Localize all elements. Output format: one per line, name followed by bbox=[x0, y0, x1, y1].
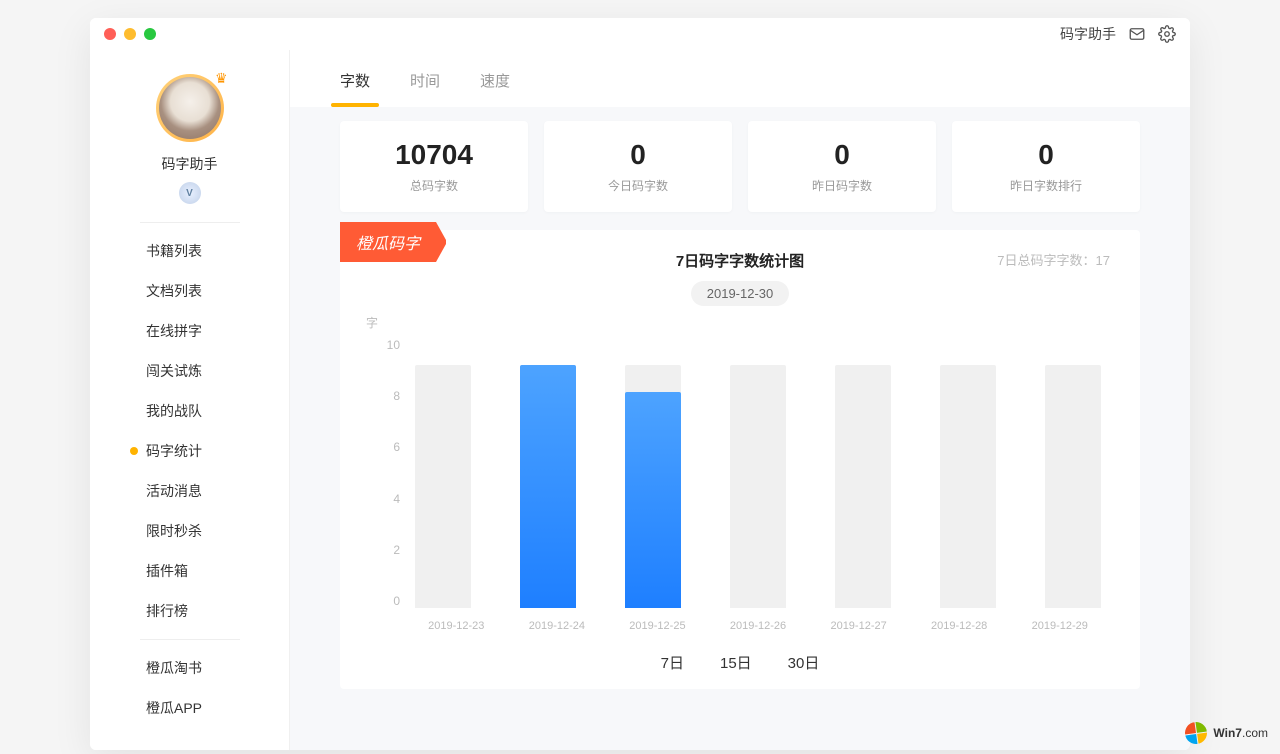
tab[interactable]: 字数 bbox=[340, 70, 370, 107]
maximize-window-button[interactable] bbox=[144, 28, 156, 40]
minimize-window-button[interactable] bbox=[124, 28, 136, 40]
y-tick: 6 bbox=[393, 440, 400, 454]
stat-card: 0 今日码字数 bbox=[544, 121, 732, 212]
close-window-button[interactable] bbox=[104, 28, 116, 40]
app-title: 码字助手 bbox=[1060, 24, 1116, 44]
y-tick: 0 bbox=[393, 594, 400, 608]
avatar[interactable]: ♛ bbox=[156, 74, 224, 142]
chart-title: 7日码字字数统计图 bbox=[676, 250, 804, 271]
chart-plot-area: 字 1086420 2019-12-232019-12-242019-12-25… bbox=[370, 318, 1110, 638]
x-tick: 2019-12-25 bbox=[607, 620, 708, 632]
x-tick: 2019-12-23 bbox=[406, 620, 507, 632]
sidebar-item[interactable]: 橙瓜APP bbox=[90, 688, 289, 728]
range-tab[interactable]: 30日 bbox=[788, 652, 820, 673]
range-selector: 7日 15日 30日 bbox=[370, 652, 1110, 673]
y-tick: 8 bbox=[393, 389, 400, 403]
y-axis-unit: 字 bbox=[366, 314, 378, 331]
crown-icon: ♛ bbox=[215, 70, 228, 87]
sidebar: ♛ 码字助手 V 书籍列表文档列表在线拼字闯关试炼我的战队码字统计活动消息限时秒… bbox=[90, 50, 290, 750]
divider bbox=[140, 639, 240, 640]
settings-icon[interactable] bbox=[1158, 25, 1176, 43]
sidebar-menu-extra: 橙瓜淘书橙瓜APP bbox=[90, 648, 289, 728]
stat-label: 总码字数 bbox=[340, 177, 528, 194]
stat-value: 0 bbox=[952, 139, 1140, 171]
stat-label: 昨日码字数 bbox=[748, 177, 936, 194]
y-tick: 10 bbox=[387, 338, 400, 352]
stat-label: 今日码字数 bbox=[544, 177, 732, 194]
content-tabs: 字数 时间 速度 bbox=[290, 50, 1190, 107]
chart-total-label: 7日总码字字数：17 bbox=[997, 250, 1110, 269]
chart-bar-fill bbox=[520, 365, 576, 608]
chart-bar bbox=[940, 365, 996, 608]
sidebar-item[interactable]: 书籍列表 bbox=[90, 231, 289, 271]
bars-container bbox=[406, 338, 1110, 608]
x-axis: 2019-12-232019-12-242019-12-252019-12-26… bbox=[406, 620, 1110, 632]
main-content: 字数时间速度 10704总码字数0今日码字数0昨日码字数0昨日字数排行 橙瓜码字… bbox=[290, 50, 1190, 750]
titlebar: 码字助手 bbox=[90, 18, 1190, 50]
y-tick: 2 bbox=[393, 543, 400, 557]
sidebar-item[interactable]: 排行榜 bbox=[90, 591, 289, 631]
sidebar-item[interactable]: 文档列表 bbox=[90, 271, 289, 311]
sidebar-item[interactable]: 我的战队 bbox=[90, 391, 289, 431]
stat-value: 10704 bbox=[340, 139, 528, 171]
y-tick: 4 bbox=[393, 492, 400, 506]
stat-card: 0 昨日字数排行 bbox=[952, 121, 1140, 212]
range-tab[interactable]: 7日 bbox=[661, 652, 684, 673]
sidebar-item[interactable]: 限时秒杀 bbox=[90, 511, 289, 551]
chart-bar bbox=[625, 365, 681, 608]
sidebar-item[interactable]: 橙瓜淘书 bbox=[90, 648, 289, 688]
sidebar-item[interactable]: 在线拼字 bbox=[90, 311, 289, 351]
window-controls bbox=[104, 28, 156, 40]
x-tick: 2019-12-28 bbox=[909, 620, 1010, 632]
windows-logo-icon bbox=[1184, 721, 1209, 746]
chart-bar bbox=[835, 365, 891, 608]
chart-bar bbox=[730, 365, 786, 608]
watermark: Win7.com bbox=[1185, 722, 1268, 744]
mail-icon[interactable] bbox=[1128, 25, 1146, 43]
stats-row: 10704 总码字数 0 今日码字数 0 昨日码字数 0 昨日字数排行 bbox=[340, 121, 1140, 212]
divider bbox=[140, 222, 240, 223]
app-window: 码字助手 ♛ 码字助手 V 书籍列表文档列表在线拼字闯关试炼我的战队码字统计活动… bbox=[90, 18, 1190, 750]
sidebar-item[interactable]: 闯关试炼 bbox=[90, 351, 289, 391]
username: 码字助手 bbox=[162, 154, 218, 174]
y-axis: 10 8 6 4 2 0 bbox=[370, 338, 400, 608]
chart-card: 橙瓜码字 7日码字字数统计图 7日总码字字数：17 2019-12-30 字 1… bbox=[340, 230, 1140, 689]
tab[interactable]: 速度 bbox=[480, 70, 510, 107]
range-tab[interactable]: 15日 bbox=[720, 652, 752, 673]
stat-value: 0 bbox=[748, 139, 936, 171]
sidebar-item[interactable]: 活动消息 bbox=[90, 471, 289, 511]
x-tick: 2019-12-29 bbox=[1009, 620, 1110, 632]
chart-bar-fill bbox=[625, 392, 681, 608]
sidebar-item[interactable]: 插件箱 bbox=[90, 551, 289, 591]
x-tick: 2019-12-26 bbox=[708, 620, 809, 632]
chart-bar bbox=[415, 365, 471, 608]
sidebar-item[interactable]: 码字统计 bbox=[90, 431, 289, 471]
x-tick: 2019-12-27 bbox=[808, 620, 909, 632]
sidebar-menu-main: 书籍列表文档列表在线拼字闯关试炼我的战队码字统计活动消息限时秒杀插件箱排行榜 bbox=[90, 231, 289, 631]
chart-bar bbox=[1045, 365, 1101, 608]
tab[interactable]: 时间 bbox=[410, 70, 440, 107]
stat-value: 0 bbox=[544, 139, 732, 171]
vip-badge: V bbox=[179, 182, 201, 204]
stat-label: 昨日字数排行 bbox=[952, 177, 1140, 194]
chart-date-pill: 2019-12-30 bbox=[691, 281, 790, 306]
stat-card: 10704 总码字数 bbox=[340, 121, 528, 212]
stat-card: 0 昨日码字数 bbox=[748, 121, 936, 212]
chart-bar bbox=[520, 365, 576, 608]
x-tick: 2019-12-24 bbox=[507, 620, 608, 632]
